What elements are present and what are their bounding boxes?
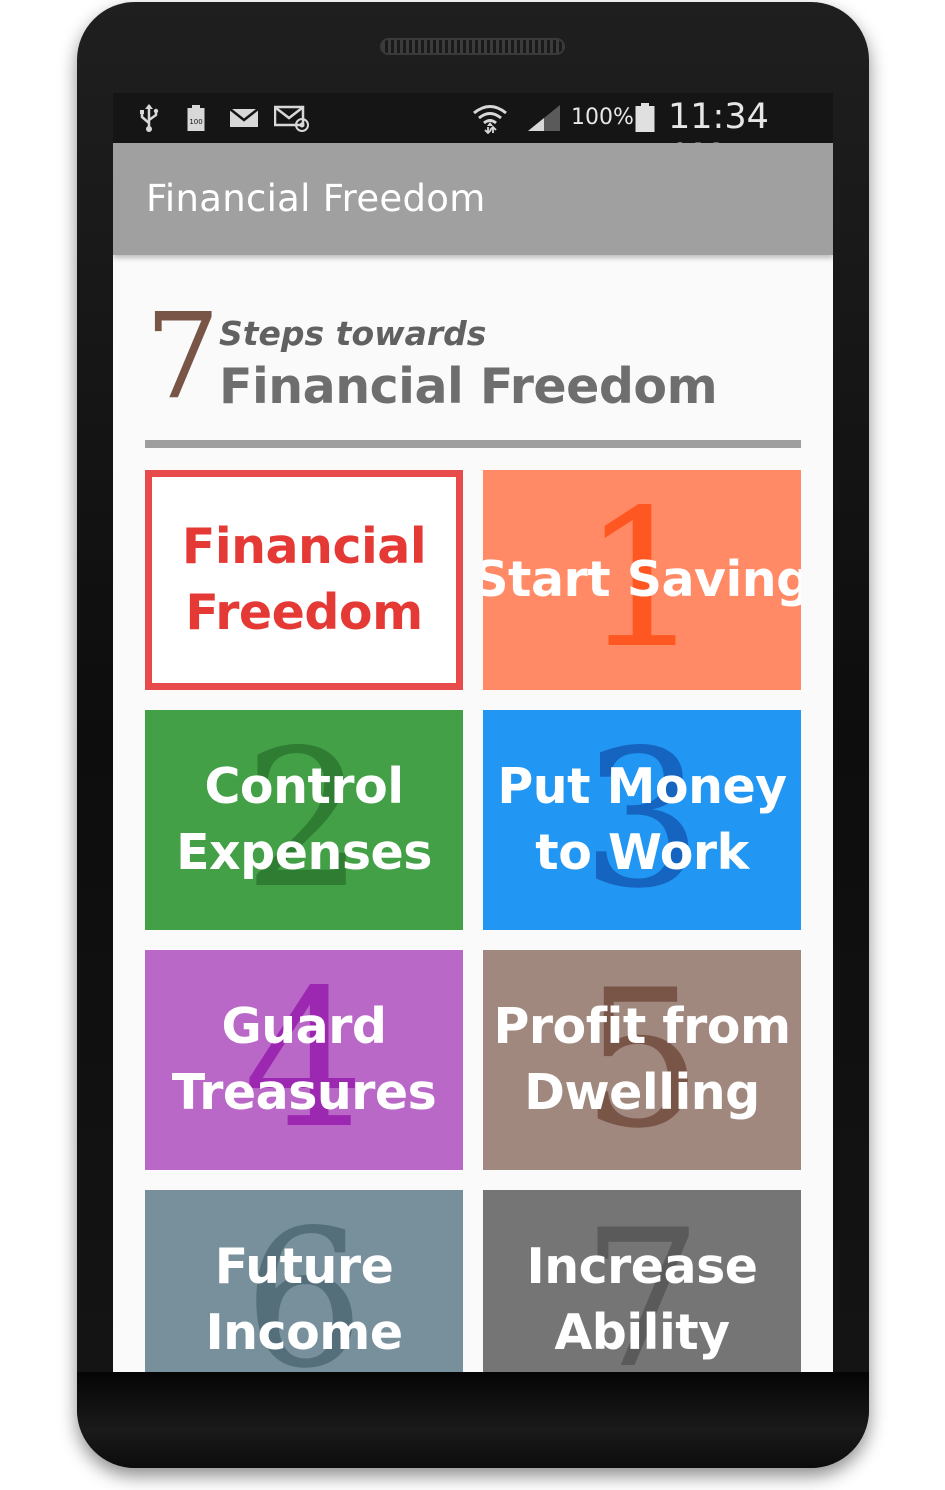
- tile-label: Control Expenses: [176, 754, 432, 886]
- wifi-icon: [470, 103, 510, 134]
- header-big-number: 7: [145, 287, 221, 425]
- tile-step-5-profit-from-dwelling[interactable]: 5 Profit from Dwelling: [483, 950, 801, 1170]
- tile-label-line2: Expenses: [176, 824, 432, 881]
- header-title: Financial Freedom: [219, 358, 718, 415]
- tile-label-line1: Start Saving: [483, 551, 801, 608]
- tile-label-line1: Future: [214, 1238, 394, 1295]
- tile-label-line1: Profit from: [493, 998, 791, 1055]
- tile-label-line1: Control: [204, 758, 404, 815]
- tile-label: Profit from Dwelling: [493, 994, 791, 1126]
- tile-label-line2: Treasures: [171, 1064, 437, 1121]
- tile-label-line2: to Work: [535, 824, 749, 881]
- screen: 100 100% 11:34 Financial Freedom 7 Steps…: [113, 93, 833, 1373]
- tile-label-line2: Freedom: [185, 584, 423, 641]
- app-title: Financial Freedom: [146, 177, 486, 220]
- tile-label: Future Income: [205, 1234, 403, 1366]
- tile-label-line1: Put Money: [497, 758, 787, 815]
- tile-step-2-control-expenses[interactable]: 2 Control Expenses: [145, 710, 463, 930]
- battery-100-label: 100: [189, 118, 202, 126]
- tile-label-line2: Dwelling: [524, 1064, 760, 1121]
- tile-label: Financial Freedom: [181, 514, 427, 646]
- tile-step-1-start-saving[interactable]: 1 Start Saving: [483, 470, 801, 690]
- tile-step-4-guard-treasures[interactable]: 4 Guard Treasures: [145, 950, 463, 1170]
- tile-step-7-increase-ability[interactable]: 7 Increase Ability: [483, 1190, 801, 1373]
- tile-label-line2: Income: [205, 1304, 403, 1361]
- tile-label-line1: Financial: [181, 518, 427, 575]
- tile-label: Guard Treasures: [172, 994, 437, 1126]
- tile-label-line2: Ability: [554, 1304, 730, 1361]
- header-divider: [145, 440, 801, 448]
- phone-bottom-bezel: [77, 1372, 869, 1468]
- tile-label: Increase Ability: [526, 1234, 758, 1366]
- phone-speaker: [380, 38, 565, 55]
- email-at-icon: [273, 103, 313, 133]
- battery-100-icon: 100: [185, 103, 207, 133]
- tile-label-line1: Guard: [221, 998, 387, 1055]
- tile-financial-freedom[interactable]: Financial Freedom: [145, 470, 463, 690]
- app-bar: Financial Freedom: [113, 143, 833, 255]
- tile-label-line1: Increase: [526, 1238, 758, 1295]
- tile-label: Start Saving: [483, 547, 801, 613]
- tile-step-6-future-income[interactable]: 6 Future Income: [145, 1190, 463, 1373]
- tile-step-3-put-money-to-work[interactable]: 3 Put Money to Work: [483, 710, 801, 930]
- tile-label: Put Money to Work: [497, 754, 787, 886]
- battery-percent: 100%: [571, 105, 634, 130]
- signal-icon: [525, 103, 563, 133]
- battery-icon: [633, 103, 657, 133]
- usb-icon: [135, 103, 163, 133]
- email-icon: [228, 103, 260, 133]
- header-steps-text: Steps towards: [219, 314, 487, 353]
- status-bar: 100 100% 11:34: [113, 93, 833, 177]
